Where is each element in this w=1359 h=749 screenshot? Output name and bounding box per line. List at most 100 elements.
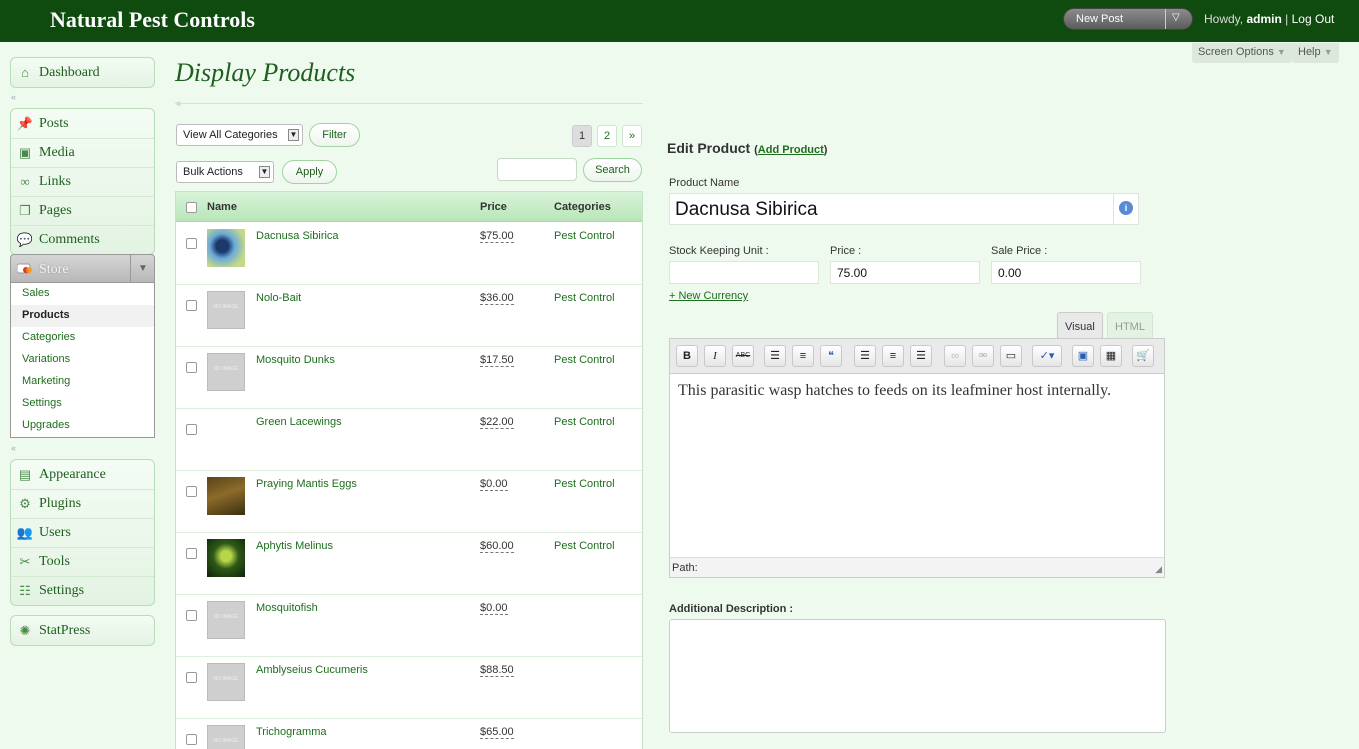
spellcheck-icon[interactable]: ✓▾: [1032, 345, 1062, 367]
product-name-link[interactable]: Dacnusa Sibirica: [256, 230, 339, 242]
search-input[interactable]: [497, 158, 577, 181]
next-page-link[interactable]: »: [622, 125, 642, 147]
row-checkbox[interactable]: [186, 300, 197, 311]
row-checkbox[interactable]: [186, 734, 197, 745]
bullet-list-button[interactable]: ☰: [764, 345, 786, 367]
submenu-item-settings[interactable]: Settings: [11, 393, 154, 415]
category-filter-select[interactable]: View All Categories ▼: [176, 124, 303, 146]
table-row[interactable]: NO IMAGE Trichogramma $65.00: [176, 719, 642, 749]
table-row[interactable]: NO IMAGE Amblyseius Cucumeris $88.50: [176, 657, 642, 719]
sidebar-item-plugins[interactable]: ⚙ Plugins: [11, 489, 154, 518]
product-name-link[interactable]: Mosquito Dunks: [256, 354, 335, 366]
sale-price-field[interactable]: 0.00: [991, 261, 1141, 284]
product-name-link[interactable]: Trichogramma: [256, 726, 327, 738]
align-right-button[interactable]: ☰: [910, 345, 932, 367]
apply-button[interactable]: Apply: [282, 160, 337, 184]
site-title[interactable]: Natural Pest Controls: [50, 7, 255, 33]
strikethrough-button[interactable]: ABC: [732, 345, 754, 367]
product-price[interactable]: $22.00: [480, 416, 514, 429]
product-price[interactable]: $60.00: [480, 540, 514, 553]
row-checkbox[interactable]: [186, 424, 197, 435]
table-row[interactable]: NO IMAGE Mosquito Dunks $17.50 Pest Control: [176, 347, 642, 409]
sidebar-item-statpress[interactable]: ✺ StatPress: [11, 616, 154, 645]
product-category-link[interactable]: Pest Control: [554, 416, 615, 428]
shopping-cart-icon[interactable]: 🛒: [1132, 345, 1154, 367]
align-left-button[interactable]: ☰: [854, 345, 876, 367]
select-all-checkbox[interactable]: [186, 202, 197, 213]
product-name-link[interactable]: Aphytis Melinus: [256, 540, 333, 552]
sidebar-item-pages[interactable]: ❐ Pages: [11, 196, 154, 225]
product-category-link[interactable]: Pest Control: [554, 292, 615, 304]
tab-visual[interactable]: Visual: [1057, 312, 1103, 339]
row-checkbox[interactable]: [186, 486, 197, 497]
username-link[interactable]: admin: [1246, 12, 1281, 26]
italic-button[interactable]: I: [704, 345, 726, 367]
bulk-actions-select[interactable]: Bulk Actions ▼: [176, 161, 274, 183]
table-row[interactable]: Green Lacewings $22.00 Pest Control: [176, 409, 642, 471]
new-currency-link[interactable]: + New Currency: [669, 290, 748, 302]
column-name[interactable]: Name: [207, 201, 237, 213]
row-checkbox[interactable]: [186, 362, 197, 373]
help-label[interactable]: Help: [1298, 46, 1321, 58]
filter-button[interactable]: Filter: [309, 123, 360, 147]
product-price[interactable]: $0.00: [480, 602, 508, 615]
table-row[interactable]: NO IMAGE Nolo-Bait $36.00 Pest Control: [176, 285, 642, 347]
fullscreen-icon[interactable]: ▣: [1072, 345, 1094, 367]
sidebar-item-settings[interactable]: ☷ Settings: [11, 576, 154, 605]
collapse-arrow-icon[interactable]: «: [11, 92, 16, 102]
sidebar-item-users[interactable]: 👥 Users: [11, 518, 154, 547]
product-name-link[interactable]: Nolo-Bait: [256, 292, 301, 304]
product-price[interactable]: $17.50: [480, 354, 514, 367]
unlink-icon[interactable]: ⚮: [972, 345, 994, 367]
submenu-item-sales[interactable]: Sales: [11, 283, 154, 305]
page-2-link[interactable]: 2: [597, 125, 617, 147]
new-post-label[interactable]: New Post: [1076, 13, 1123, 25]
product-category-link[interactable]: Pest Control: [554, 354, 615, 366]
table-row[interactable]: Aphytis Melinus $60.00 Pest Control: [176, 533, 642, 595]
table-row[interactable]: NO IMAGE Mosquitofish $0.00: [176, 595, 642, 657]
column-price[interactable]: Price: [480, 201, 507, 213]
row-checkbox[interactable]: [186, 548, 197, 559]
product-name-link[interactable]: Praying Mantis Eggs: [256, 478, 357, 490]
product-price[interactable]: $0.00: [480, 478, 508, 491]
screen-options-button[interactable]: Screen Options ▼: [1192, 43, 1292, 63]
additional-description-field[interactable]: [669, 619, 1166, 733]
column-categories[interactable]: Categories: [554, 201, 611, 213]
table-row[interactable]: Dacnusa Sibirica $75.00 Pest Control: [176, 223, 642, 285]
sidebar-item-dashboard[interactable]: ⌂ Dashboard: [11, 58, 154, 87]
sidebar-item-posts[interactable]: 📌 Posts: [11, 109, 154, 138]
sidebar-item-tools[interactable]: ✂ Tools: [11, 547, 154, 576]
product-category-link[interactable]: Pest Control: [554, 230, 615, 242]
kitchen-sink-icon[interactable]: ▦: [1100, 345, 1122, 367]
sidebar-item-store[interactable]: Store ▼: [10, 254, 155, 283]
sidebar-item-comments[interactable]: 💬 Comments: [11, 225, 154, 254]
help-button[interactable]: Help ▼: [1292, 43, 1339, 63]
row-checkbox[interactable]: [186, 610, 197, 621]
product-price[interactable]: $36.00: [480, 292, 514, 305]
add-product-link[interactable]: Add Product: [758, 144, 824, 156]
submenu-item-variations[interactable]: Variations: [11, 349, 154, 371]
sidebar-item-media[interactable]: ▣ Media: [11, 138, 154, 167]
product-category-link[interactable]: Pest Control: [554, 478, 615, 490]
product-name-link[interactable]: Green Lacewings: [256, 416, 342, 428]
logout-link[interactable]: Log Out: [1292, 12, 1335, 26]
product-category-link[interactable]: Pest Control: [554, 540, 615, 552]
submenu-item-upgrades[interactable]: Upgrades: [11, 415, 154, 437]
insert-more-icon[interactable]: ▭: [1000, 345, 1022, 367]
new-post-button[interactable]: New Post ▽: [1063, 8, 1193, 30]
search-button[interactable]: Search: [583, 158, 642, 182]
price-field[interactable]: 75.00: [830, 261, 980, 284]
row-checkbox[interactable]: [186, 672, 197, 683]
collapse-arrow-icon[interactable]: «: [11, 443, 16, 453]
product-price[interactable]: $75.00: [480, 230, 514, 243]
page-1-link[interactable]: 1: [572, 125, 592, 147]
tab-html[interactable]: HTML: [1107, 312, 1153, 339]
chevron-down-icon[interactable]: ▽: [1172, 12, 1180, 23]
product-price[interactable]: $88.50: [480, 664, 514, 677]
submenu-item-marketing[interactable]: Marketing: [11, 371, 154, 393]
sku-field[interactable]: [669, 261, 819, 284]
insert-link-icon[interactable]: ∞: [944, 345, 966, 367]
submenu-item-categories[interactable]: Categories: [11, 327, 154, 349]
triangle-down-icon[interactable]: ▼: [138, 263, 148, 274]
row-checkbox[interactable]: [186, 238, 197, 249]
